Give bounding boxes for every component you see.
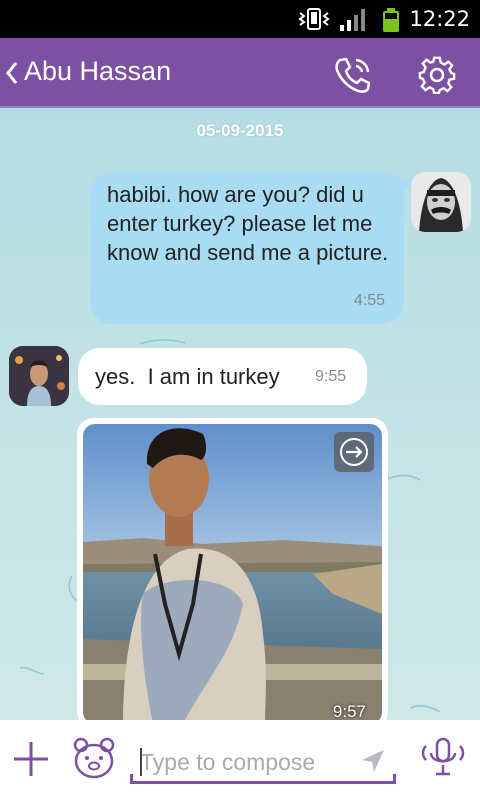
status-bar: 12:22 xyxy=(0,0,480,38)
chat-header: Abu Hassan xyxy=(0,38,480,108)
text-caret xyxy=(140,748,142,776)
contact-name[interactable]: Abu Hassan xyxy=(24,56,171,87)
my-avatar[interactable] xyxy=(411,172,471,232)
chat-area[interactable]: 05-09-2015 habibi. how are you? did u en… xyxy=(0,108,480,720)
back-chevron-icon[interactable] xyxy=(4,60,20,86)
compose-field[interactable] xyxy=(130,740,396,784)
message-time: 9:57 xyxy=(332,702,366,720)
incoming-photo-message[interactable]: 9:57 xyxy=(77,418,388,720)
send-arrow-icon[interactable] xyxy=(358,746,388,776)
date-divider: 05-09-2015 xyxy=(196,121,284,140)
message-composer xyxy=(0,720,480,800)
battery-icon xyxy=(383,8,399,32)
forward-button[interactable] xyxy=(334,432,374,472)
message-text: yes. I am in turkey xyxy=(95,364,280,389)
message-text: habibi. how are you? did u enter turkey?… xyxy=(107,182,389,265)
sticker-bear-icon[interactable] xyxy=(72,736,116,780)
microphone-icon[interactable] xyxy=(418,736,468,780)
forward-icon xyxy=(340,438,368,466)
message-time: 9:55 xyxy=(315,368,347,385)
vibrate-icon xyxy=(298,8,330,30)
field-edge xyxy=(393,774,396,784)
status-time: 12:22 xyxy=(409,7,470,31)
avatar-photo xyxy=(411,172,471,232)
settings-gear-icon[interactable] xyxy=(417,54,457,94)
compose-input[interactable] xyxy=(140,746,350,778)
shared-photo[interactable]: 9:57 xyxy=(83,424,382,720)
signal-icon xyxy=(340,9,365,31)
incoming-message-bubble[interactable]: yes. I am in turkey 9:55 xyxy=(78,348,367,405)
field-edge xyxy=(130,774,133,784)
outgoing-message-bubble[interactable]: habibi. how are you? did u enter turkey?… xyxy=(90,172,414,324)
phone-call-icon[interactable] xyxy=(332,54,374,94)
contact-avatar[interactable] xyxy=(9,346,69,406)
avatar-photo xyxy=(9,346,69,406)
plus-icon[interactable] xyxy=(12,738,50,780)
message-time: 4:55 xyxy=(353,292,385,309)
